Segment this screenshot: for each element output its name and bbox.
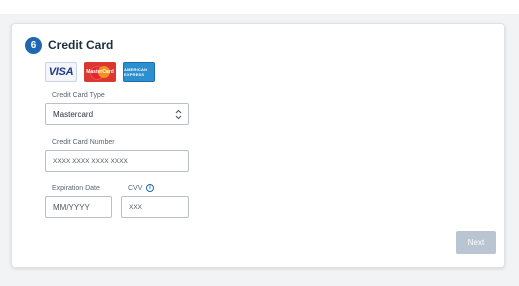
mastercard-logo: MasterCard bbox=[84, 62, 116, 82]
expiration-label: Expiration Date bbox=[52, 185, 100, 192]
amex-logo: AMERICAN EXPRESS bbox=[123, 62, 155, 82]
next-button[interactable]: Next bbox=[456, 231, 496, 254]
expiration-placeholder: MM/YYYY bbox=[53, 202, 90, 212]
card-number-input[interactable]: XXXX XXXX XXXX XXXX bbox=[45, 150, 189, 172]
visa-logo: VISA bbox=[45, 62, 77, 82]
card-number-label: Credit Card Number bbox=[52, 139, 115, 146]
info-icon[interactable]: i bbox=[146, 184, 154, 192]
expiration-input[interactable]: MM/YYYY bbox=[45, 196, 112, 218]
card-number-placeholder: XXXX XXXX XXXX XXXX bbox=[53, 157, 128, 165]
card-logos: VISA MasterCard AMERICAN EXPRESS bbox=[45, 62, 155, 82]
card-type-label: Credit Card Type bbox=[52, 92, 105, 99]
select-arrows-icon bbox=[175, 109, 182, 120]
page-top-bar bbox=[0, 0, 519, 14]
cvv-input[interactable]: XXX bbox=[121, 196, 189, 218]
card-type-value: Mastercard bbox=[53, 109, 94, 119]
step-number-badge: 6 bbox=[25, 37, 42, 54]
cvv-placeholder: XXX bbox=[129, 203, 143, 211]
card-type-select[interactable]: Mastercard bbox=[45, 103, 189, 125]
section-title: Credit Card bbox=[48, 38, 114, 52]
credit-card-section: 6 Credit Card VISA MasterCard AMERICAN E… bbox=[11, 23, 505, 268]
cvv-label: CVV bbox=[128, 185, 143, 192]
